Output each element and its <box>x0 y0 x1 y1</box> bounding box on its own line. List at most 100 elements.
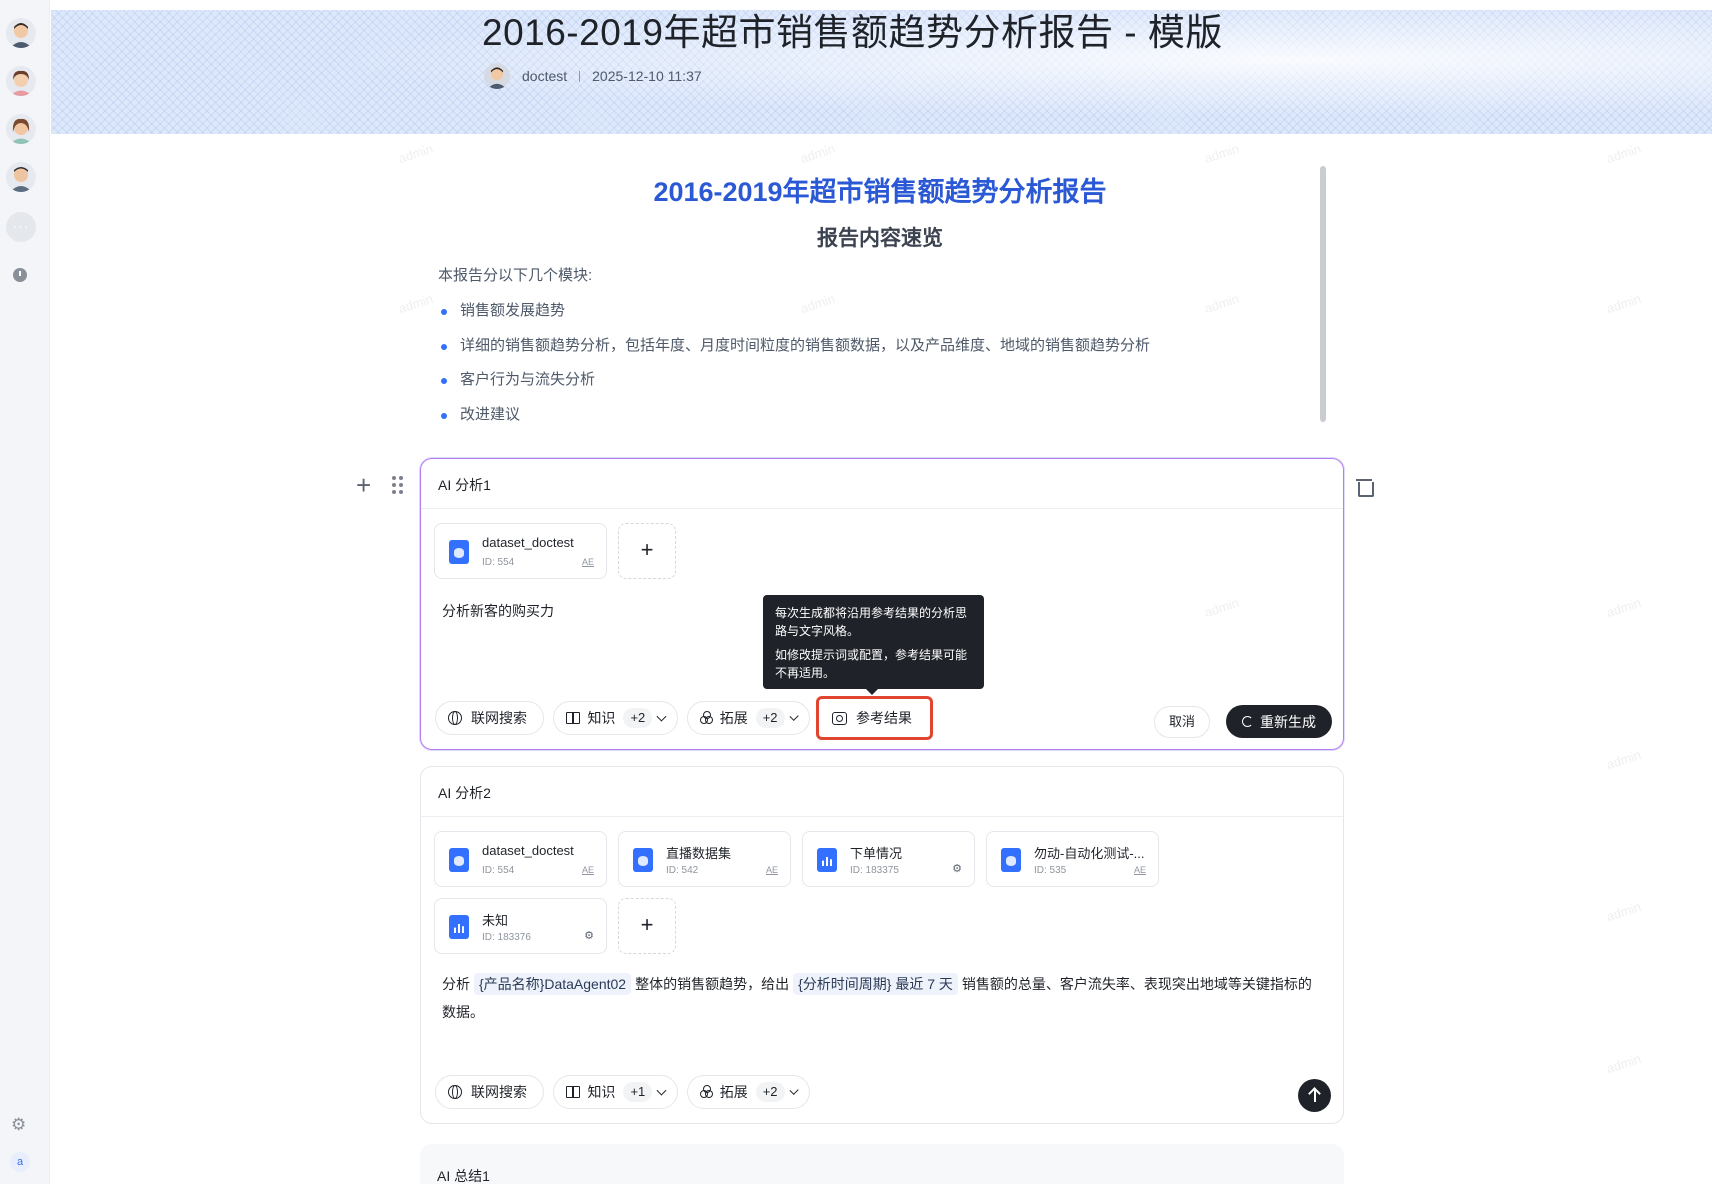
knowledge-count: +2 <box>623 708 653 728</box>
knowledge-button[interactable]: 知识 +2 <box>553 701 678 735</box>
drag-handle-icon[interactable] <box>392 476 404 496</box>
prompt-variable[interactable]: {分析时间周期} 最近 7 天 <box>793 973 958 995</box>
prompt-text[interactable]: 分析 {产品名称}DataAgent02 整体的销售额趋势，给出 {分析时间周期} 最… <box>442 970 1324 1026</box>
history-icon[interactable] <box>13 268 27 282</box>
book-icon <box>566 1086 581 1098</box>
chart-icon <box>817 848 837 872</box>
web-search-label: 联网搜索 <box>471 710 527 726</box>
knowledge-label: 知识 <box>587 710 616 726</box>
reference-highlight-box <box>816 696 933 740</box>
ai-summary-card-1[interactable]: AI 总结1 <box>420 1144 1344 1184</box>
prompt-segment: 整体的销售额趋势，给出 <box>635 976 790 992</box>
current-user-avatar[interactable]: a <box>10 1152 30 1172</box>
dataset-id: ID: 554 <box>482 557 515 568</box>
ai-analysis-card-2[interactable]: AI 分析2 dataset_doctest ID: 554 AE 直播数据集 … <box>420 766 1344 1124</box>
author-avatar <box>484 63 510 89</box>
text-type-icon: AE <box>1133 865 1146 875</box>
dataset-id: ID: 554 <box>482 865 515 876</box>
database-icon <box>449 540 469 564</box>
web-search-button[interactable]: 联网搜索 <box>435 1075 544 1109</box>
globe-icon <box>448 711 462 725</box>
prompt-segment: 分析 <box>442 976 470 992</box>
dataset-name: dataset_doctest <box>482 843 574 858</box>
collaborator-avatar[interactable] <box>6 114 36 144</box>
add-dataset-button[interactable]: + <box>618 523 676 579</box>
watermark: admin <box>1604 290 1643 317</box>
refresh-icon <box>1242 716 1253 727</box>
text-type-icon: AE <box>581 865 594 875</box>
extend-label: 拓展 <box>719 1084 748 1100</box>
book-icon <box>566 712 581 724</box>
collaborator-avatar[interactable] <box>6 18 36 48</box>
watermark: admin <box>1604 594 1643 621</box>
extend-icon <box>700 711 713 725</box>
regenerate-label: 重新生成 <box>1260 713 1316 730</box>
database-icon <box>633 848 653 872</box>
prompt-text[interactable]: 分析新客的购买力 <box>442 601 554 621</box>
tooltip-line: 每次生成都将沿用参考结果的分析思路与文字风格。 <box>775 606 968 638</box>
dataset-chip[interactable]: 直播数据集 ID: 542 AE <box>618 831 791 887</box>
tooltip-line: 如修改提示词或配置，参考结果可能不再适用。 <box>775 648 968 680</box>
regenerate-button[interactable]: 重新生成 <box>1226 705 1332 738</box>
dataset-id: ID: 542 <box>666 865 699 876</box>
dataset-chip[interactable]: dataset_doctest ID: 554 AE <box>434 831 607 887</box>
card-title: AI 分析2 <box>421 767 1343 817</box>
knowledge-label: 知识 <box>587 1084 616 1100</box>
knowledge-button[interactable]: 知识 +1 <box>553 1075 678 1109</box>
report-subtitle: 报告内容速览 <box>817 227 943 250</box>
list-item: 销售额发展趋势 <box>438 294 1150 329</box>
left-sidebar: ··· ⚙ a <box>0 0 50 1184</box>
dataset-id: ID: 183376 <box>482 932 531 943</box>
more-collaborators-icon[interactable]: ··· <box>6 212 36 242</box>
dataset-chip[interactable]: 未知 ID: 183376 ⚙ <box>434 898 607 954</box>
watermark: admin <box>1604 746 1643 773</box>
text-type-icon: AE <box>581 557 594 567</box>
collaborator-avatar[interactable] <box>6 66 36 96</box>
card-title: AI 总结1 <box>437 1168 490 1184</box>
dataset-id: ID: 535 <box>1034 865 1067 876</box>
dataset-name: 未知 <box>482 913 509 928</box>
text-type-icon: AE <box>765 865 778 875</box>
document-timestamp: 2025-12-10 11:37 <box>592 68 702 84</box>
reference-tooltip: 每次生成都将沿用参考结果的分析思路与文字风格。 如修改提示词或配置，参考结果可能… <box>763 595 984 695</box>
list-item: 详细的销售额趋势分析，包括年度、月度时间粒度的销售额数据，以及产品维度、地域的销… <box>438 329 1150 364</box>
extend-label: 拓展 <box>719 710 748 726</box>
add-dataset-button[interactable]: + <box>618 898 676 954</box>
dataset-chip[interactable]: dataset_doctest ID: 554 AE <box>434 523 607 579</box>
globe-icon <box>448 1085 462 1099</box>
database-icon <box>1001 848 1021 872</box>
extend-button[interactable]: 拓展 +2 <box>687 701 810 735</box>
settings-icon: ⚙ <box>952 863 962 875</box>
extend-button[interactable]: 拓展 +2 <box>687 1075 810 1109</box>
report-intro: 本报告分以下几个模块: <box>438 267 593 284</box>
dataset-name: 下单情况 <box>850 846 903 861</box>
watermark: admin <box>1604 1050 1643 1077</box>
cancel-button[interactable]: 取消 <box>1154 706 1210 738</box>
chevron-down-icon <box>789 711 799 721</box>
meta-divider <box>579 70 581 82</box>
settings-icon: ⚙ <box>584 930 594 942</box>
dataset-chip[interactable]: 下单情况 ID: 183375 ⚙ <box>802 831 975 887</box>
chevron-down-icon <box>789 1085 799 1095</box>
dataset-name: 勿动-自动化测试-... <box>1034 846 1145 861</box>
delete-block-icon[interactable] <box>1356 476 1374 497</box>
prompt-variable[interactable]: {产品名称}DataAgent02 <box>474 973 632 995</box>
report-module-list: 销售额发展趋势 详细的销售额趋势分析，包括年度、月度时间粒度的销售额数据，以及产… <box>438 294 1150 432</box>
card-title: AI 分析1 <box>421 459 1343 509</box>
report-scrollbar[interactable] <box>1320 166 1326 422</box>
collaborator-avatar[interactable] <box>6 162 36 192</box>
report-preview: 2016-2019年超市销售额趋势分析报告 报告内容速览 本报告分以下几个模块:… <box>420 160 1320 450</box>
watermark: admin <box>1604 898 1643 925</box>
author-name: doctest <box>522 68 568 84</box>
dataset-chip[interactable]: 勿动-自动化测试-... ID: 535 AE <box>986 831 1159 887</box>
extend-icon <box>700 1085 713 1099</box>
web-search-label: 联网搜索 <box>471 1084 527 1100</box>
web-search-button[interactable]: 联网搜索 <box>435 701 544 735</box>
watermark: admin <box>1604 140 1643 167</box>
chart-icon <box>449 915 469 939</box>
send-arrow-button[interactable] <box>1298 1079 1331 1112</box>
settings-icon[interactable]: ⚙ <box>11 1116 26 1133</box>
add-block-icon[interactable]: + <box>356 472 371 498</box>
document-meta: doctest 2025-12-10 11:37 <box>484 62 702 90</box>
extend-count: +2 <box>755 708 785 728</box>
